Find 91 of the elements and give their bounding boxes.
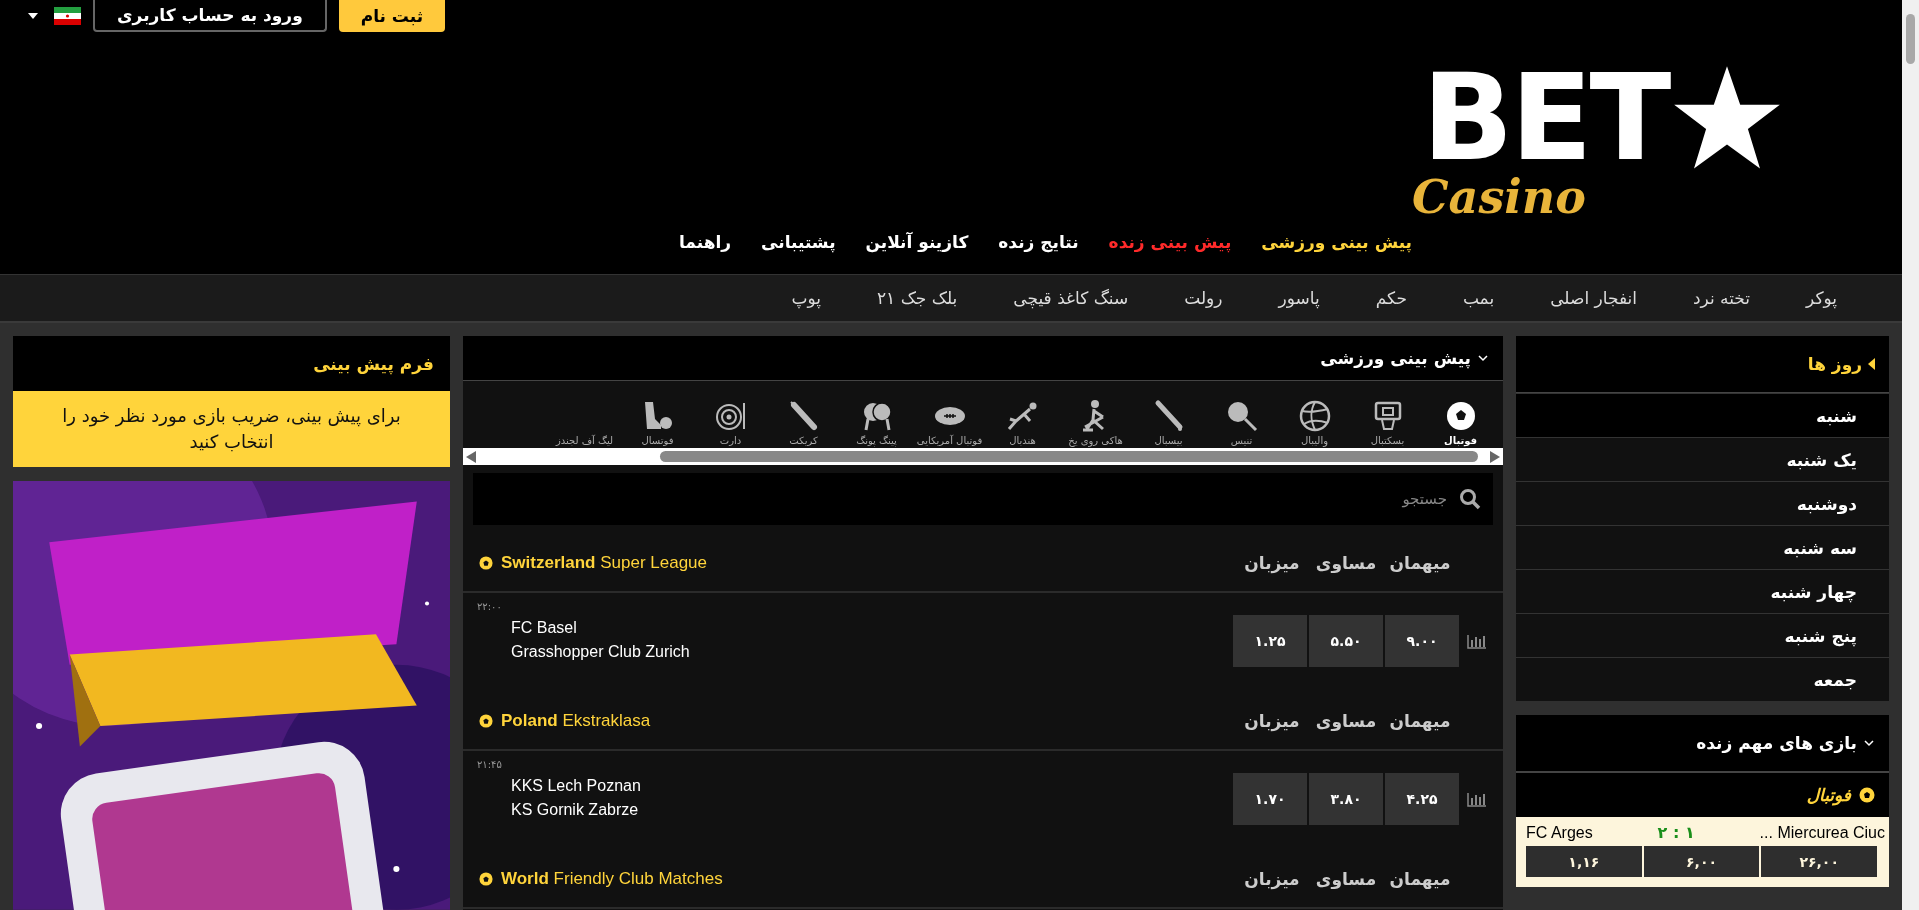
match-time: ۲۱:۴۵ (477, 759, 502, 770)
column-header: میهمان (1388, 553, 1452, 573)
volleyball-icon (1297, 399, 1332, 433)
team-name: FC Basel (510, 618, 578, 638)
odds-button[interactable]: ۴.۲۵ (1385, 773, 1459, 825)
scroll-left-icon[interactable] (466, 450, 476, 463)
triangle-icon (1868, 358, 1875, 370)
search-field[interactable]: جستجو (473, 473, 1493, 525)
nav-link[interactable]: پیش بینی ورزشی (1261, 232, 1412, 252)
day-item[interactable]: سه شنبه (1516, 525, 1889, 569)
column-header: مساوی (1314, 869, 1378, 889)
panel-title: روز ها (1807, 354, 1862, 374)
nav-link[interactable]: کازینو آنلاین (865, 232, 969, 252)
nav-link[interactable]: پیش بینی زنده (1108, 232, 1232, 252)
soccer-ball-icon (479, 556, 493, 570)
panel-title: بازی های مهم زنده (1696, 733, 1857, 753)
soccer-ball-icon (479, 714, 493, 728)
horizontal-scrollbar[interactable] (463, 448, 1503, 465)
nav-link[interactable]: راهنما (678, 232, 732, 252)
column-header: مساوی (1314, 553, 1378, 573)
register-button[interactable]: ثبت نام (338, 0, 446, 32)
odds-button[interactable]: ۳.۸۰ (1309, 773, 1383, 825)
day-item[interactable]: دوشنبه (1516, 481, 1889, 525)
flag-icon[interactable] (54, 7, 81, 25)
login-button[interactable]: ورود به حساب کاربری (93, 0, 327, 32)
games-nav-link[interactable]: پوکر (1806, 288, 1837, 308)
sport-tab[interactable]: فوتبال آمریکایی (916, 435, 983, 446)
chevron-icon[interactable] (1477, 352, 1489, 364)
sport-tab[interactable]: لیگ آف لجندز (555, 435, 614, 446)
sport-tab[interactable]: فوتبال (1443, 435, 1478, 446)
sport-tab[interactable]: پینگ پونگ (856, 435, 897, 446)
games-nav-link[interactable]: بلک جک ۲۱ (876, 288, 958, 308)
games-nav-link[interactable]: پوپ (791, 288, 821, 308)
sport-tab[interactable]: دارت (719, 435, 742, 446)
search-icon (1459, 488, 1481, 510)
games-nav-link[interactable]: سنگ کاغذ قیچی (1013, 288, 1129, 308)
team-name: KKS Lech Poznan (510, 776, 642, 796)
sport-tab[interactable]: کریکت (789, 435, 818, 446)
bar-chart-icon[interactable] (1467, 633, 1487, 649)
league-title[interactable]: World Friendly Club Matches (501, 869, 1235, 889)
day-item[interactable]: چهار شنبه (1516, 569, 1889, 613)
sport-tab[interactable]: بسکتبال (1370, 435, 1405, 446)
odds-button[interactable]: ۱.۲۵ (1233, 615, 1307, 667)
odds-button[interactable]: ۶,۰۰ (1643, 846, 1760, 877)
sport-title: فوتبال (1806, 785, 1851, 805)
column-header: میزبان (1243, 869, 1301, 889)
day-item[interactable]: یک شنبه (1516, 437, 1889, 481)
team-name: ... Miercurea Ciuc (1759, 823, 1885, 842)
panel-title: پیش بینی ورزشی (1320, 348, 1471, 368)
games-nav-link[interactable]: حکم (1375, 288, 1407, 308)
league-title[interactable]: Switzerland Super League (501, 553, 1235, 573)
soccer-ball-icon (1859, 787, 1875, 803)
league-title[interactable]: Poland Ekstraklasa (501, 711, 1235, 731)
sport-tab[interactable]: بیسبال (1154, 435, 1183, 446)
bar-chart-icon[interactable] (1467, 791, 1487, 807)
games-nav-link[interactable]: بمب (1462, 288, 1495, 308)
games-nav-link[interactable]: تخته نرد (1692, 288, 1750, 308)
panel-title: فرم پیش بینی (313, 353, 434, 374)
caret-icon[interactable] (28, 13, 38, 19)
day-item[interactable]: پنج شنبه (1516, 613, 1889, 657)
games-nav-link[interactable]: پاسور (1278, 288, 1320, 308)
odds-button[interactable]: ۵.۵۰ (1309, 615, 1383, 667)
column-header: میهمان (1388, 869, 1452, 889)
day-item[interactable]: جمعه (1516, 657, 1889, 701)
team-name: FC Arges (1526, 823, 1593, 842)
sport-tab[interactable]: هاکی روی یخ (1068, 435, 1123, 446)
nav-link[interactable]: نتایج زنده (998, 232, 1079, 252)
odds-button[interactable]: ۱.۷۰ (1233, 773, 1307, 825)
games-nav-link[interactable]: انفجار اصلی (1550, 288, 1637, 308)
match-score: ۲ : ۱ (1657, 823, 1695, 842)
odds-button[interactable]: ۲۶,۰۰ (1761, 846, 1877, 877)
team-name: Grasshopper Club Zurich (510, 642, 691, 662)
sport-tab[interactable]: فوتسال (641, 435, 674, 446)
team-name: KS Gornik Zabrze (510, 800, 640, 820)
sport-tab[interactable]: والیبال (1301, 435, 1328, 446)
odds-button[interactable]: ۹.۰۰ (1385, 615, 1459, 667)
column-header: میزبان (1243, 553, 1301, 573)
soccer-ball-icon (479, 872, 493, 886)
games-nav-link[interactable]: رولت (1184, 288, 1223, 308)
column-header: میهمان (1388, 711, 1452, 731)
match-time: ۲۲:۰۰ (477, 601, 502, 612)
sport-tab[interactable]: هندبال (1009, 435, 1036, 446)
chevron-icon[interactable] (1863, 737, 1875, 749)
scroll-right-icon[interactable] (1490, 450, 1500, 463)
bet-form-message: برای پیش بینی، ضریب بازی مورد نظر خود را انتخاب کنید (13, 391, 450, 468)
nav-link[interactable]: پشتیبانی (761, 232, 836, 252)
column-header: میزبان (1243, 711, 1301, 731)
page-scrollbar[interactable] (1902, 0, 1919, 910)
column-header: مساوی (1314, 711, 1378, 731)
odds-button[interactable]: ۱,۱۶ (1526, 846, 1642, 877)
sport-tab[interactable]: تنیس (1230, 435, 1253, 446)
